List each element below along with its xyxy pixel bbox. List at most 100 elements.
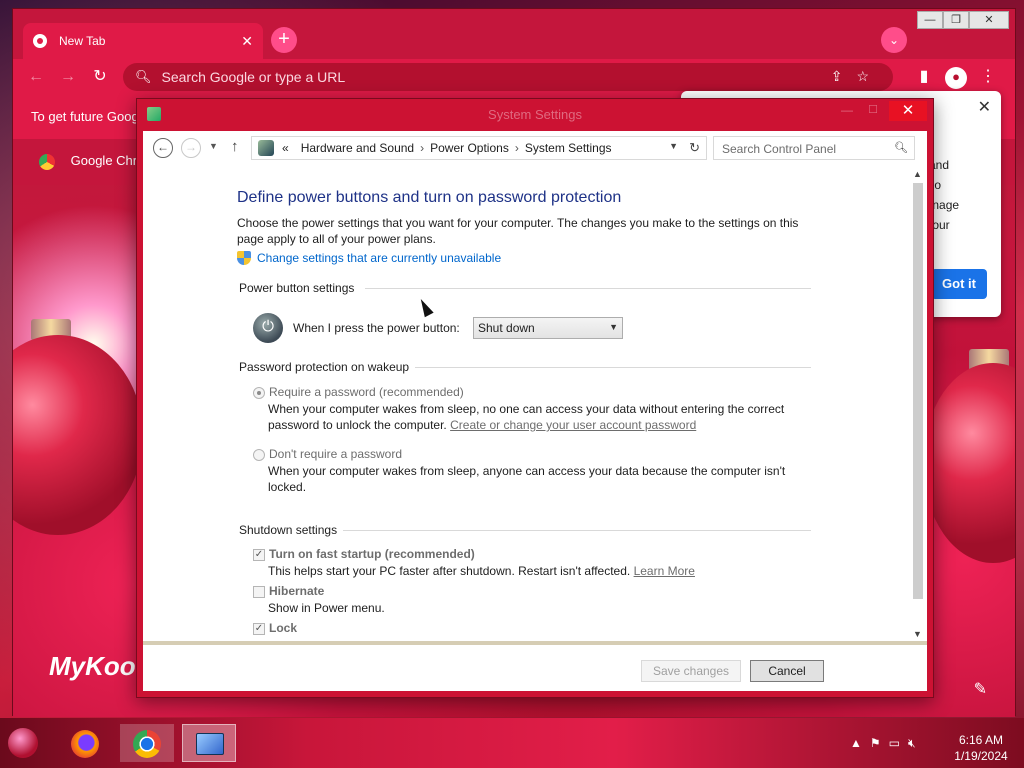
minimize-button[interactable]: —: [835, 103, 859, 121]
chrome-tabstrip: New Tab ✕ + ⌄ — ❐ ✕: [13, 9, 1015, 59]
ornament-left: [13, 335, 143, 535]
require-password-description: When your computer wakes from sleep, no …: [268, 401, 808, 433]
breadcrumb[interactable]: « Hardware and Sound › Power Options › S…: [251, 136, 707, 160]
page-title: Define power buttons and turn on passwor…: [237, 189, 622, 206]
ornament-right: [923, 363, 1015, 563]
up-arrow-icon[interactable]: ↑: [231, 138, 239, 155]
create-password-link[interactable]: Create or change your user account passw…: [450, 418, 696, 432]
breadcrumb-hardware-and-sound[interactable]: Hardware and Sound: [301, 141, 414, 155]
section-divider: [415, 367, 811, 368]
refresh-icon[interactable]: ↻: [689, 140, 700, 156]
control-panel-icon: [258, 140, 274, 156]
hibernate-description: Show in Power menu.: [268, 601, 385, 615]
chevron-down-icon[interactable]: ▼: [669, 141, 678, 151]
chrome-tab-title: New Tab: [59, 34, 106, 48]
chrome-tab-new-tab[interactable]: New Tab ✕: [23, 23, 263, 59]
power-button-select[interactable]: Shut down ▼: [473, 317, 623, 339]
chrome-favicon-icon: [33, 34, 47, 48]
clock-time: 6:16 AM: [958, 733, 1004, 747]
dont-require-password-radio[interactable]: [253, 449, 265, 461]
hibernate-label[interactable]: Hibernate: [269, 584, 324, 598]
chrome-menu-icon[interactable]: ⋮: [977, 67, 999, 89]
system-tray[interactable]: ▲⚑▭🔇︎: [850, 736, 924, 751]
clock-date: 1/19/2024: [954, 749, 1008, 763]
taskbar-clock[interactable]: 6:16 AM 1/19/2024: [946, 732, 1016, 764]
got-it-button[interactable]: Got it: [931, 269, 987, 299]
side-panel-icon[interactable]: ▮: [913, 67, 935, 89]
change-settings-text[interactable]: Change settings that are currently unava…: [257, 251, 501, 265]
chrome-toolbar: ← → ↻ 🔍︎ Search Google or type a URL ⇪☆ …: [13, 59, 1015, 95]
dont-require-password-description: When your computer wakes from sleep, any…: [268, 464, 786, 494]
forward-arrow-icon[interactable]: →: [181, 138, 201, 158]
breadcrumb-overflow[interactable]: «: [282, 141, 289, 155]
vertical-scrollbar[interactable]: ▲ ▼: [911, 165, 925, 641]
window-titlebar[interactable]: System Settings — ☐ ✕: [137, 99, 933, 127]
fast-startup-desc-text: This helps start your PC faster after sh…: [268, 564, 631, 578]
mykool-logo: MyKool: [49, 651, 143, 681]
taskbar-control-panel[interactable]: [182, 724, 236, 762]
scroll-up-arrow-icon[interactable]: ▲: [913, 169, 922, 179]
omnibox[interactable]: 🔍︎ Search Google or type a URL ⇪☆: [123, 63, 893, 91]
save-changes-button[interactable]: Save changes: [641, 660, 741, 682]
close-button[interactable]: ✕: [889, 101, 927, 121]
start-button[interactable]: [8, 728, 38, 758]
reload-icon[interactable]: ↻: [89, 67, 111, 89]
recent-locations-chevron-icon[interactable]: ▼: [209, 141, 218, 151]
change-settings-link[interactable]: Change settings that are currently unava…: [237, 251, 501, 265]
search-placeholder: Search Control Panel: [722, 142, 837, 156]
google-chrome-icon: [39, 153, 55, 170]
power-button-label: When I press the power button:: [293, 321, 460, 335]
lock-checkbox[interactable]: ✓: [253, 623, 265, 635]
profile-avatar-icon[interactable]: ●: [945, 67, 967, 89]
maximize-button[interactable]: ☐: [861, 103, 885, 121]
chrome-minimize-button[interactable]: —: [917, 11, 943, 29]
section-divider: [343, 530, 811, 531]
breadcrumb-power-options[interactable]: Power Options: [430, 141, 509, 155]
back-arrow-icon[interactable]: ←: [153, 138, 173, 158]
fast-startup-description: This helps start your PC faster after sh…: [268, 563, 808, 579]
control-panel-icon: [196, 733, 224, 755]
uac-shield-icon: [237, 251, 251, 265]
address-row: ← → ▼ ↑ « Hardware and Sound › Power Opt…: [143, 131, 927, 165]
section-divider: [365, 288, 811, 289]
chevron-right-icon[interactable]: ›: [515, 141, 519, 155]
chrome-maximize-button[interactable]: ❐: [943, 11, 969, 29]
customize-pencil-icon[interactable]: ✎: [974, 679, 987, 699]
back-arrow-icon[interactable]: ←: [25, 67, 47, 89]
breadcrumb-system-settings[interactable]: System Settings: [525, 141, 612, 155]
chrome-icon: [133, 730, 161, 758]
taskbar-chrome[interactable]: [120, 724, 174, 762]
firefox-icon: [71, 730, 99, 758]
search-icon[interactable]: 🔍︎: [894, 141, 908, 154]
bookmark-google-chrome[interactable]: Google Chro: [71, 153, 145, 168]
settings-content: Define power buttons and turn on passwor…: [143, 165, 911, 641]
require-password-radio[interactable]: [253, 387, 265, 399]
close-tab-icon[interactable]: ✕: [241, 33, 253, 50]
fast-startup-checkbox[interactable]: ✓: [253, 549, 265, 561]
share-star-icons[interactable]: ⇪☆: [831, 68, 883, 85]
dont-require-password-label[interactable]: Don't require a password: [269, 447, 402, 461]
window-title: System Settings: [488, 107, 582, 122]
system-settings-window: System Settings — ☐ ✕ ← → ▼ ↑ « Hardware…: [136, 98, 934, 698]
new-tab-button[interactable]: +: [271, 27, 297, 53]
cancel-button[interactable]: Cancel: [750, 660, 824, 682]
omnibox-placeholder: Search Google or type a URL: [161, 69, 346, 85]
fast-startup-label[interactable]: Turn on fast startup (recommended): [269, 547, 475, 561]
scroll-down-arrow-icon[interactable]: ▼: [913, 629, 922, 639]
taskbar: ▲⚑▭🔇︎ 6:16 AM 1/19/2024: [0, 718, 1024, 768]
power-button-selected-value: Shut down: [478, 321, 535, 335]
tab-search-icon[interactable]: ⌄: [881, 27, 907, 53]
chevron-right-icon[interactable]: ›: [420, 141, 424, 155]
chrome-close-button[interactable]: ✕: [969, 11, 1009, 29]
require-password-label[interactable]: Require a password (recommended): [269, 385, 464, 399]
search-icon: 🔍︎: [135, 69, 152, 84]
close-icon[interactable]: ✕: [978, 97, 991, 117]
scrollbar-thumb[interactable]: [913, 183, 923, 599]
taskbar-firefox[interactable]: [58, 724, 112, 762]
learn-more-link[interactable]: Learn More: [634, 564, 695, 578]
search-control-panel-input[interactable]: Search Control Panel 🔍︎: [713, 136, 915, 160]
lock-label[interactable]: Lock: [269, 621, 297, 635]
hibernate-checkbox[interactable]: [253, 586, 265, 598]
power-button-section-title: Power button settings: [239, 281, 355, 295]
forward-arrow-icon[interactable]: →: [57, 67, 79, 89]
